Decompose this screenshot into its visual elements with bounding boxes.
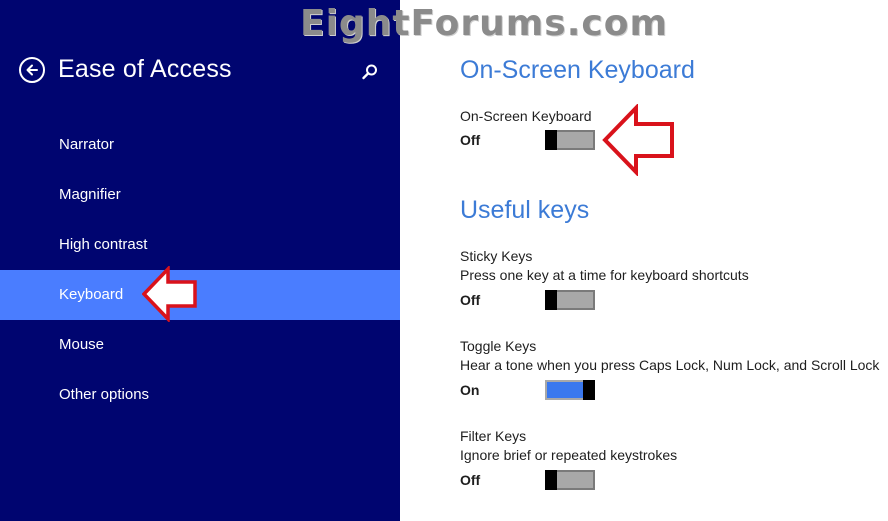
back-arrow-icon[interactable] bbox=[19, 57, 45, 83]
setting-desc-filter-keys: Ignore brief or repeated keystrokes bbox=[460, 447, 678, 463]
toggle-thumb bbox=[545, 470, 557, 490]
sidebar-item-label: High contrast bbox=[59, 236, 148, 253]
setting-desc-toggle-keys: Hear a tone when you press Caps Lock, Nu… bbox=[460, 357, 880, 373]
sidebar-item-label: Keyboard bbox=[59, 286, 124, 303]
toggle-thumb bbox=[545, 130, 557, 150]
toggle-state-on-screen-keyboard: Off bbox=[460, 132, 481, 148]
main-content: On-Screen Keyboard On-Screen Keyboard Of… bbox=[460, 0, 888, 521]
setting-desc-sticky-keys: Press one key at a time for keyboard sho… bbox=[460, 267, 749, 283]
toggle-filter-keys[interactable] bbox=[545, 470, 595, 490]
sidebar-item-label: Other options bbox=[59, 386, 150, 403]
sidebar: Ease of Access Narrator Magnifier High c… bbox=[0, 0, 400, 521]
sidebar-nav: Narrator Magnifier High contrast Keyboar… bbox=[0, 120, 400, 420]
sidebar-title: Ease of Access bbox=[58, 55, 232, 83]
annotation-arrow-icon bbox=[602, 104, 674, 176]
setting-label-toggle-keys: Toggle Keys bbox=[460, 338, 537, 354]
sidebar-item-other-options[interactable]: Other options bbox=[0, 370, 400, 420]
sidebar-item-keyboard[interactable]: Keyboard bbox=[0, 270, 400, 320]
search-icon[interactable] bbox=[361, 63, 379, 81]
setting-label-on-screen-keyboard: On-Screen Keyboard bbox=[460, 108, 592, 124]
toggle-thumb bbox=[583, 380, 595, 400]
sidebar-item-mouse[interactable]: Mouse bbox=[0, 320, 400, 370]
toggle-state-sticky-keys: Off bbox=[460, 292, 481, 308]
toggle-sticky-keys[interactable] bbox=[545, 290, 595, 310]
annotation-arrow-icon bbox=[142, 266, 197, 322]
toggle-state-toggle-keys: On bbox=[460, 382, 480, 398]
sidebar-item-narrator[interactable]: Narrator bbox=[0, 120, 400, 170]
toggle-state-filter-keys: Off bbox=[460, 472, 481, 488]
section-title-useful-keys: Useful keys bbox=[460, 196, 590, 224]
sidebar-item-label: Mouse bbox=[59, 336, 105, 353]
sidebar-item-label: Magnifier bbox=[59, 186, 121, 203]
sidebar-item-label: Narrator bbox=[59, 136, 115, 153]
toggle-on-screen-keyboard[interactable] bbox=[545, 130, 595, 150]
toggle-thumb bbox=[545, 290, 557, 310]
section-title-on-screen-keyboard: On-Screen Keyboard bbox=[460, 56, 695, 84]
setting-label-sticky-keys: Sticky Keys bbox=[460, 248, 533, 264]
toggle-toggle-keys[interactable] bbox=[545, 380, 595, 400]
sidebar-item-high-contrast[interactable]: High contrast bbox=[0, 220, 400, 270]
sidebar-item-magnifier[interactable]: Magnifier bbox=[0, 170, 400, 220]
setting-label-filter-keys: Filter Keys bbox=[460, 428, 527, 444]
